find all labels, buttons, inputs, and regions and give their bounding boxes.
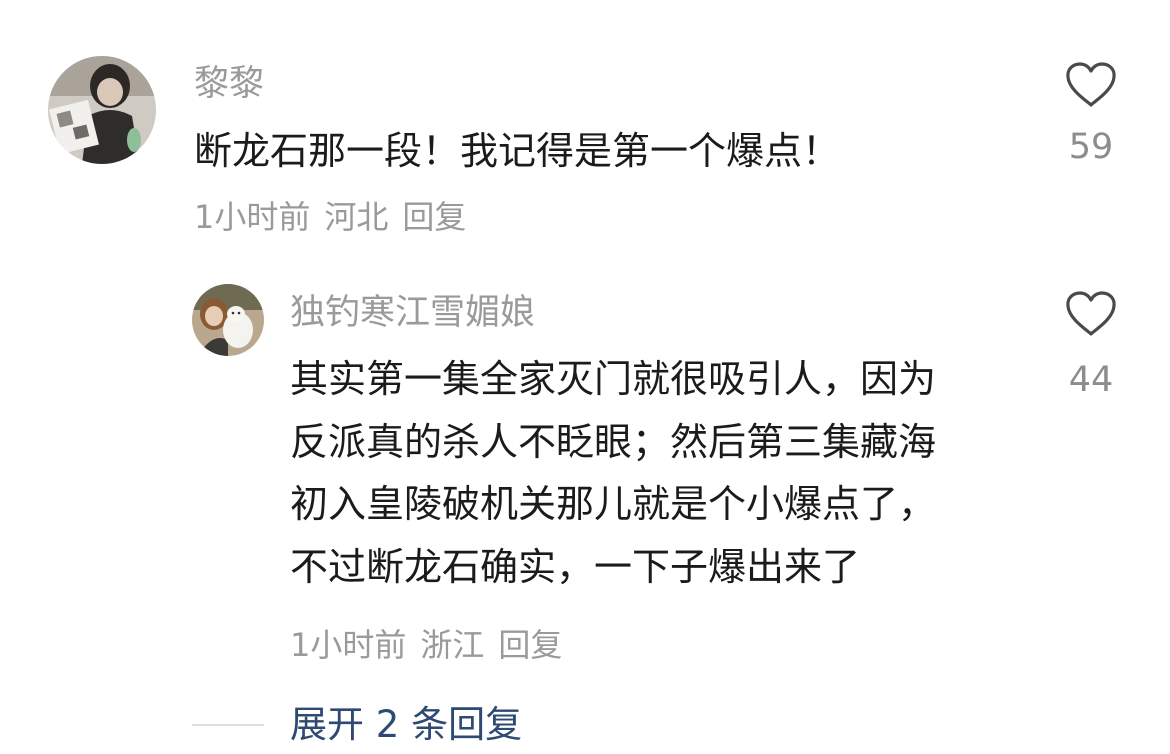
- comment-meta: 1小时前 河北 回复: [194, 196, 480, 238]
- avatar[interactable]: [192, 284, 264, 356]
- reply-time: 1小时前: [290, 626, 407, 664]
- comment-username[interactable]: 黎黎: [194, 62, 264, 106]
- avatar[interactable]: [48, 56, 156, 164]
- like-button[interactable]: 44: [1056, 291, 1126, 398]
- avatar-photo: [48, 56, 156, 164]
- like-count: 59: [1068, 127, 1114, 167]
- comment-location: 河北: [324, 198, 389, 236]
- like-count: 44: [1068, 360, 1114, 400]
- like-button[interactable]: 59: [1056, 62, 1126, 165]
- reply-location: 浙江: [420, 626, 485, 664]
- reply-username[interactable]: 独钓寒江雪媚娘: [290, 291, 535, 335]
- reply-button[interactable]: 回复: [498, 626, 562, 664]
- divider-line: [192, 724, 264, 726]
- comment-text: 断龙石那一段！我记得是第一个爆点！: [194, 129, 841, 173]
- reply-text-line: 不过断龙石确实，一下子爆出来了: [290, 544, 861, 589]
- expand-replies-button[interactable]: 展开 2 条回复: [192, 700, 522, 750]
- heart-outline-icon: [1066, 291, 1116, 336]
- reply-text-line: 初入皇陵破机关那儿就是个小爆点了，: [290, 482, 937, 526]
- expand-replies-label: 展开 2 条回复: [290, 703, 523, 746]
- reply-button[interactable]: 回复: [402, 198, 466, 236]
- reply-text: 其实第一集全家灭门就很吸引人，因为 反派真的杀人不眨眼；然后第三集藏海 初入皇陵…: [290, 348, 1010, 598]
- avatar-photo: [192, 284, 264, 356]
- reply-meta: 1小时前 浙江 回复: [290, 624, 576, 666]
- reply-text-line: 反派真的杀人不眨眼；然后第三集藏海: [290, 419, 937, 464]
- comment-time: 1小时前: [194, 198, 311, 236]
- heart-outline-icon: [1066, 62, 1116, 107]
- reply-text-line: 其实第一集全家灭门就很吸引人，因为: [290, 357, 937, 401]
